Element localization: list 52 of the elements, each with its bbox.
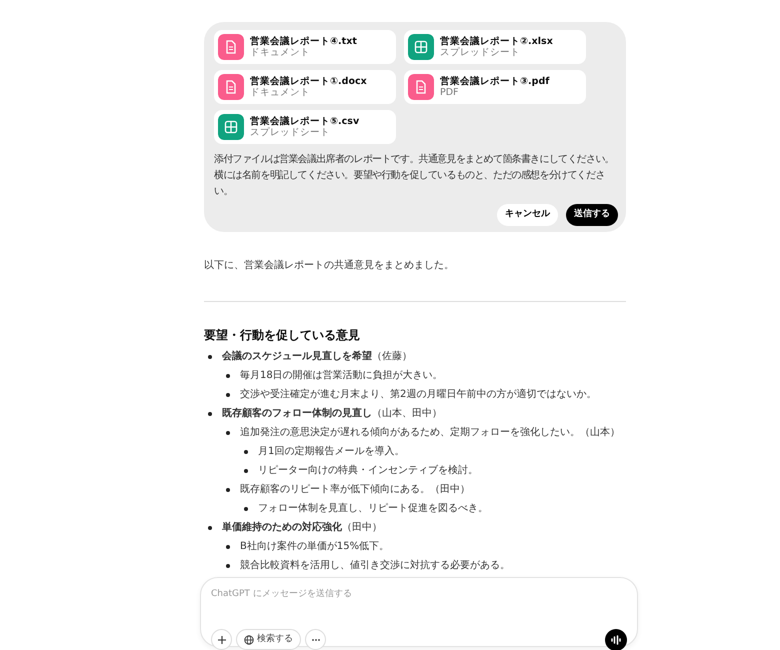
file-type: スプレッドシート	[250, 127, 331, 138]
plus-icon	[216, 634, 226, 644]
message-text[interactable]: 添付ファイルは営業会議出席者のレポートです。共通意見をまとめて箇条書きにしてください。横には名前を明記してください。要望や行動を促しているものと、ただの感想を分けてください。	[214, 152, 618, 200]
list-item-text: 追加発注の意思決定が遅れる傾向があるため、定期フォローを強化したい。（山本）	[240, 426, 620, 440]
list-item-text: 単価維持のための対応強化（田中）	[222, 520, 382, 535]
globe-icon	[244, 634, 254, 644]
list-item-text: 既存顧客のリピート率が低下傾向にある。（田中）	[240, 482, 470, 497]
list-item-text: 既存顧客のフォロー体制の見直し（山本、田中）	[222, 406, 442, 421]
file-attachment[interactable]: 営業会議レポート②.xlsx スプレッドシート	[404, 30, 586, 64]
add-button[interactable]	[211, 629, 232, 650]
list-item-text: 毎月18日の開催は営業活動に負担が大きい。	[240, 368, 443, 383]
file-type: スプレッドシート	[440, 47, 521, 58]
list-item-text: 月1回の定期報告メールを導入。	[258, 444, 404, 459]
list-item-text: リピーター向けの特典・インセンティブを検討。	[258, 464, 478, 478]
file-name: 営業会議レポート①.docx	[250, 76, 367, 87]
file-name: 営業会議レポート④.txt	[250, 36, 357, 47]
ellipsis-icon	[310, 638, 320, 642]
bullet	[226, 544, 230, 549]
file-type: ドキュメント	[250, 47, 311, 58]
file-attachment[interactable]: 営業会議レポート⑤.csv スプレッドシート	[214, 110, 396, 144]
file-name: 営業会議レポート③.pdf	[440, 76, 550, 87]
bullet	[244, 450, 248, 454]
bullet	[226, 392, 230, 397]
response-intro: 以下に、営業会議レポートの共通意見をまとめました。	[204, 258, 455, 272]
file-attachment[interactable]: 営業会議レポート①.docx ドキュメント	[214, 70, 396, 104]
search-button[interactable]: 検索する	[236, 629, 301, 650]
file-type: ドキュメント	[250, 87, 311, 98]
bullet	[208, 354, 212, 359]
waveform-icon	[610, 634, 622, 644]
list-item-text: 競合比較資料を活用し、値引き交渉に対抗する必要がある。	[240, 558, 510, 573]
file-attachment[interactable]: 営業会議レポート③.pdf PDF	[404, 70, 586, 104]
list-item-text: 会議のスケジュール見直しを希望（佐藤）	[222, 349, 412, 364]
file-attachment[interactable]: 営業会議レポート④.txt ドキュメント	[214, 30, 396, 64]
bullet	[244, 506, 248, 511]
cancel-button[interactable]: キャンセル	[497, 204, 558, 226]
list-item-text: フォロー体制を見直し、リピート促進を図るべき。	[258, 502, 488, 516]
bullet	[226, 430, 230, 435]
bullet	[208, 412, 212, 416]
list-item-text: B社向け案件の単価が15%低下。	[240, 540, 390, 554]
bullet	[226, 488, 230, 492]
file-type: PDF	[440, 87, 460, 98]
send-button[interactable]: 送信する	[566, 204, 618, 226]
bullet	[226, 374, 230, 378]
list-item-text: 交渉や受注確定が進む月末より、第2週の月曜日午前中の方が適切ではないか。	[240, 388, 596, 402]
bullet	[244, 468, 248, 473]
file-name: 営業会議レポート②.xlsx	[440, 36, 553, 47]
message-input[interactable]: ChatGPT にメッセージを送信する	[211, 588, 627, 602]
voice-button[interactable]	[605, 628, 627, 650]
bullet	[226, 564, 230, 568]
file-name: 営業会議レポート⑤.csv	[250, 116, 360, 127]
section-heading: 要望・行動を促している意見	[204, 328, 361, 342]
bullet	[208, 526, 212, 530]
